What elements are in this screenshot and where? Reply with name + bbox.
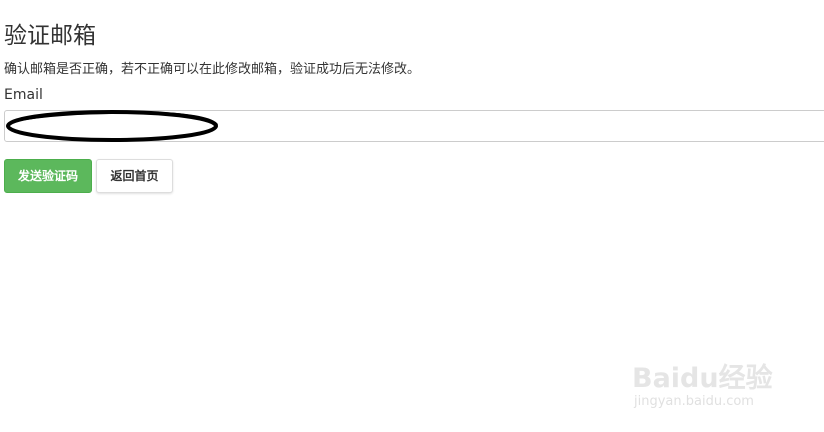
watermark-logo: Baidu经验 — [632, 363, 773, 394]
email-label: Email — [4, 87, 43, 103]
email-field[interactable] — [4, 110, 824, 142]
send-verification-code-button[interactable]: 发送验证码 — [4, 159, 92, 193]
baidu-jingyan-watermark: Baidu经验 jingyan.baidu.com — [628, 342, 788, 418]
verify-email-page: 验证邮箱 确认邮箱是否正确，若不正确可以在此修改邮箱，验证成功后无法修改。 Em… — [0, 0, 824, 432]
page-description: 确认邮箱是否正确，若不正确可以在此修改邮箱，验证成功后无法修改。 — [4, 62, 421, 77]
page-title: 验证邮箱 — [4, 23, 96, 49]
watermark-url: jingyan.baidu.com — [634, 394, 754, 409]
back-to-home-button[interactable]: 返回首页 — [96, 159, 173, 193]
